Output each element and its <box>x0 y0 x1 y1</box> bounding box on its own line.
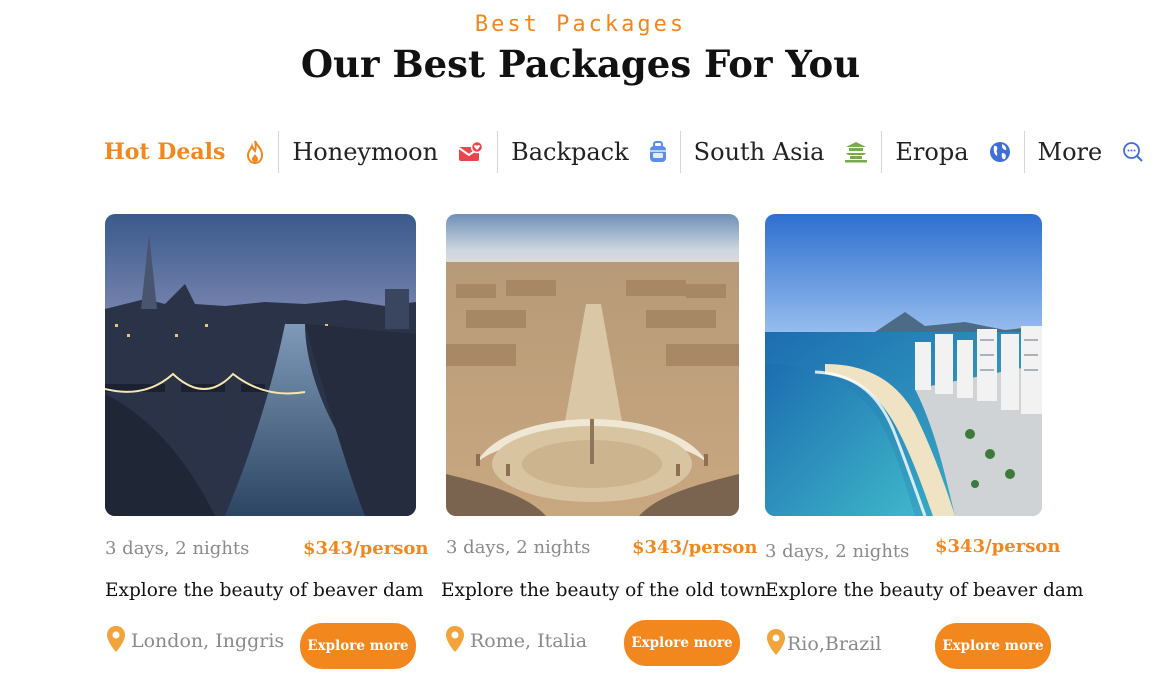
location-text: Rome, Italia <box>470 630 588 652</box>
tab-label: Honeymoon <box>292 138 439 166</box>
package-location: London, Inggris <box>105 625 284 657</box>
package-title: Explore the beauty of the old town <box>441 580 767 601</box>
package-price: $343/person <box>303 538 429 559</box>
explore-more-button[interactable]: Explore more <box>624 620 740 666</box>
london-city-photo[interactable] <box>105 214 416 516</box>
section-eyebrow: Best Packages <box>474 12 687 37</box>
tab-honeymoon[interactable]: Honeymoon <box>279 131 497 173</box>
tab-backpack[interactable]: Backpack <box>498 131 680 173</box>
tab-eropa[interactable]: Eropa <box>882 131 1023 173</box>
location-text: Rio,Brazil <box>787 633 882 655</box>
location-text: London, Inggris <box>131 630 285 652</box>
package-price: $343/person <box>935 536 1061 557</box>
tab-south-asia[interactable]: South Asia <box>681 131 882 173</box>
flame-icon <box>245 140 265 164</box>
tab-label: More <box>1037 138 1103 166</box>
love-letter-icon <box>458 141 484 163</box>
tab-more[interactable]: More <box>1025 131 1158 173</box>
package-duration: 3 days, 2 nights <box>765 541 910 562</box>
package-card-rome[interactable]: 3 days, 2 nights $343/person Explore the… <box>441 214 766 674</box>
backpack-icon <box>649 141 667 163</box>
tab-label: Backpack <box>511 138 629 166</box>
package-duration: 3 days, 2 nights <box>105 538 250 559</box>
explore-more-button[interactable]: Explore more <box>300 623 416 669</box>
pagoda-icon <box>844 141 868 163</box>
package-title: Explore the beauty of beaver dam <box>105 580 424 601</box>
location-pin-icon <box>105 625 127 657</box>
tab-label: South Asia <box>693 138 825 166</box>
package-title: Explore the beauty of beaver dam <box>765 580 1084 601</box>
rome-city-photo[interactable] <box>446 214 739 516</box>
package-card-rio[interactable]: 3 days, 2 nights $343/person Explore the… <box>765 214 1083 674</box>
package-duration: 3 days, 2 nights <box>446 537 591 558</box>
section-title: Our Best Packages For You <box>300 42 861 86</box>
package-price: $343/person <box>632 537 758 558</box>
tab-label: Eropa <box>895 138 969 166</box>
package-card-london[interactable]: 3 days, 2 nights $343/person Explore the… <box>105 214 428 674</box>
package-location: Rio,Brazil <box>765 628 881 660</box>
globe-icon <box>989 141 1011 163</box>
tab-label: Hot Deals <box>104 139 226 165</box>
location-pin-icon <box>444 625 466 657</box>
tab-hot-deals[interactable]: Hot Deals <box>104 131 278 173</box>
explore-more-button[interactable]: Explore more <box>935 623 1051 669</box>
category-tabs: Hot Deals Honeymoon Backpack South Asia … <box>104 130 1157 174</box>
location-pin-icon <box>765 628 787 660</box>
search-more-icon <box>1122 141 1144 163</box>
package-location: Rome, Italia <box>444 625 587 657</box>
rio-beach-photo[interactable] <box>765 214 1042 516</box>
